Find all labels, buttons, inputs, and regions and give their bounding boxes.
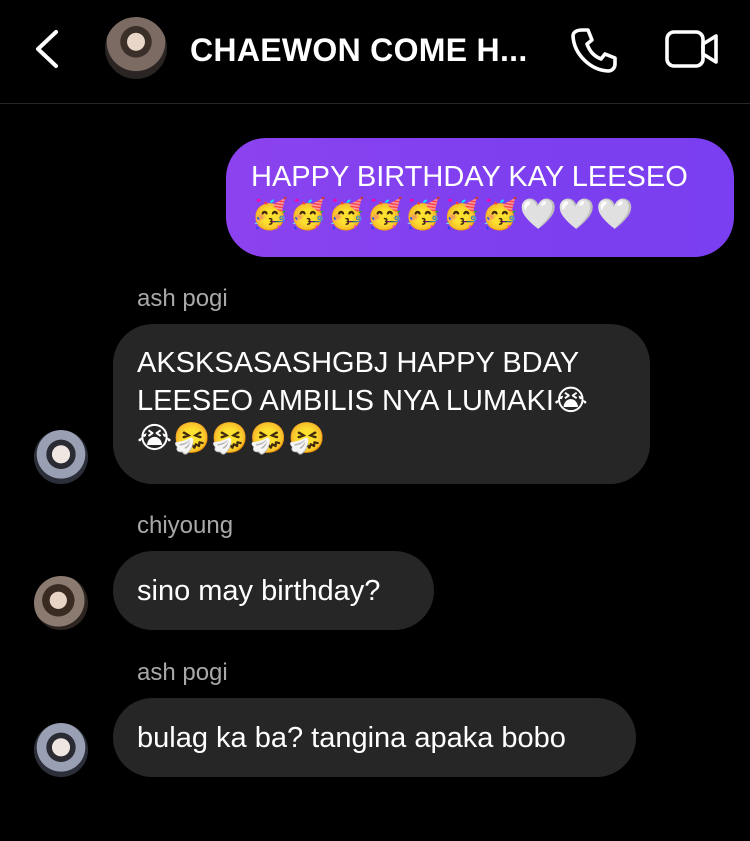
sender-name: chiyoung — [137, 512, 234, 539]
chat-screen: CHAEWON COME H... HAPPY BIRTHDAY KAY LEE… — [0, 0, 750, 841]
message-emoji-line: 🥳🥳🥳🥳🥳🥳🥳🤍🤍🤍 — [251, 198, 635, 231]
sender-avatar[interactable] — [34, 576, 88, 630]
chevron-left-icon — [36, 30, 58, 68]
message-emoji-line: 😭🤧🤧🤧🤧 — [137, 422, 327, 455]
call-button[interactable] — [568, 24, 620, 76]
message-text-line: sino may birthday? — [137, 575, 381, 607]
message-text-line: LEESEO AMBILIS NYA LUMAKI😭 — [137, 385, 588, 417]
received-message[interactable]: AKSKSASASHGBJ HAPPY BDAY LEESEO AMBILIS … — [113, 324, 650, 484]
sent-message[interactable]: HAPPY BIRTHDAY KAY LEESEO 🥳🥳🥳🥳🥳🥳🥳🤍🤍🤍 — [226, 138, 734, 257]
sender-name: ash pogi — [137, 659, 228, 686]
chat-avatar[interactable] — [105, 17, 167, 79]
sender-name: ash pogi — [137, 285, 228, 312]
chat-title[interactable]: CHAEWON COME H... — [190, 30, 550, 70]
video-call-button[interactable] — [664, 26, 720, 72]
sender-avatar[interactable] — [34, 430, 88, 484]
sender-avatar[interactable] — [34, 723, 88, 777]
back-button[interactable] — [28, 26, 68, 72]
video-camera-icon — [665, 30, 718, 68]
phone-icon — [571, 28, 617, 73]
received-message[interactable]: sino may birthday? — [113, 551, 434, 630]
received-message[interactable]: bulag ka ba? tangina apaka bobo — [113, 698, 636, 777]
chat-header: CHAEWON COME H... — [0, 0, 750, 104]
message-text-line: AKSKSASASHGBJ HAPPY BDAY — [137, 347, 580, 379]
message-text-line: HAPPY BIRTHDAY KAY LEESEO — [251, 161, 688, 193]
message-text-line: bulag ka ba? tangina apaka bobo — [137, 722, 566, 754]
